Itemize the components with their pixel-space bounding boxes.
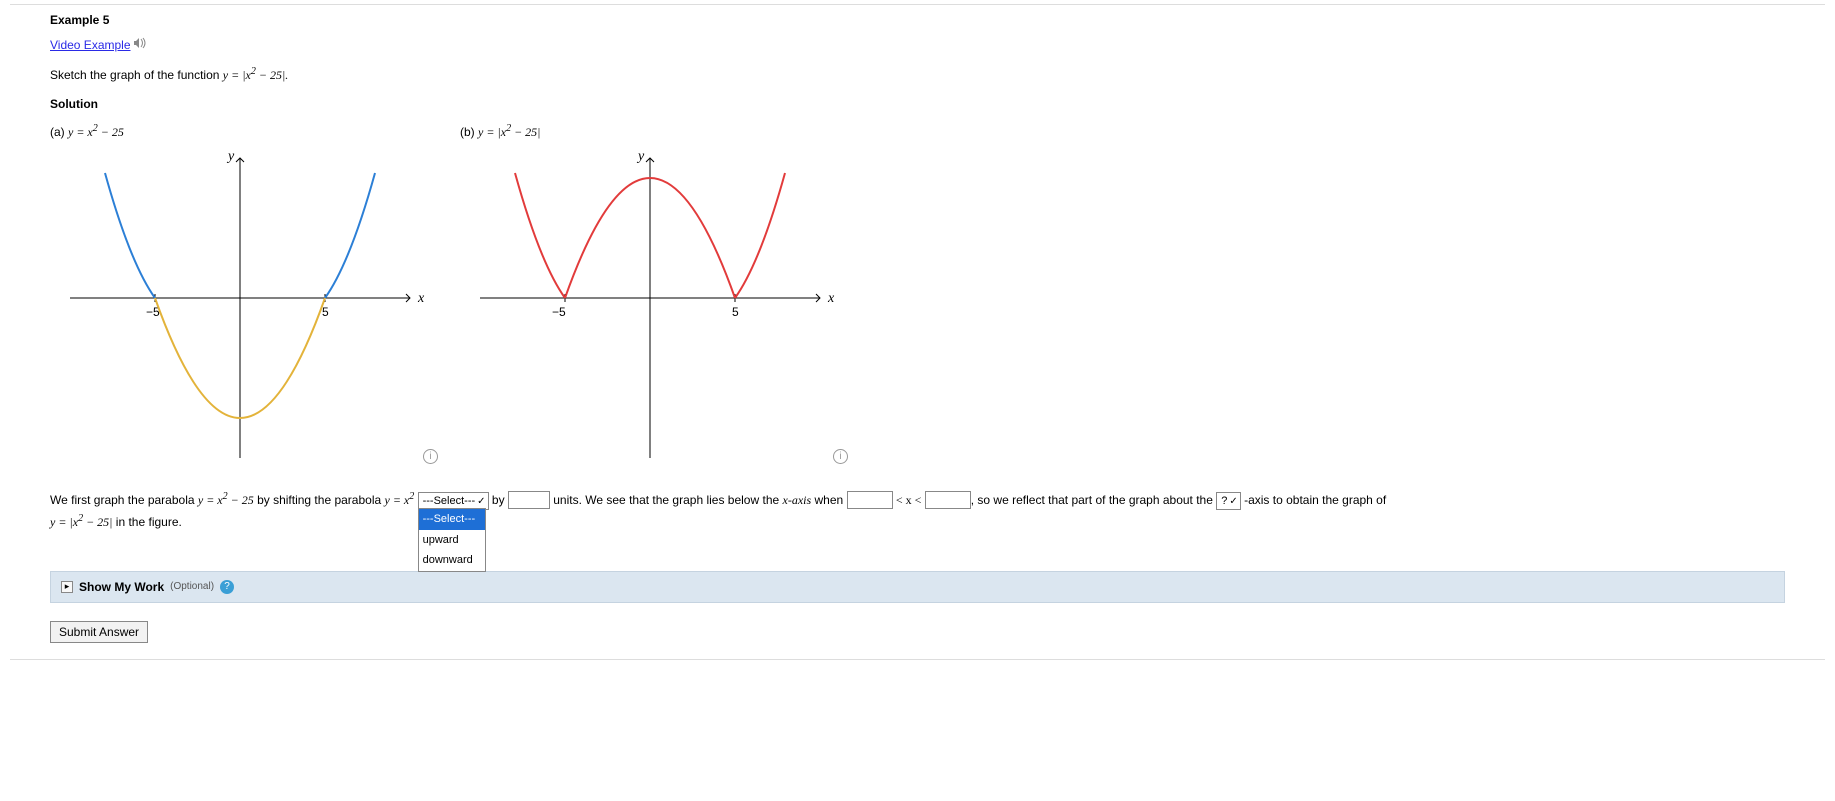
axis-select[interactable]: ? ✓ (1216, 490, 1241, 510)
example-title: Example 5 (50, 13, 1785, 27)
x-axis-word: x-axis (783, 493, 812, 507)
expand-icon[interactable]: ▸ (61, 581, 73, 593)
chevron-down-icon: ✓ (1229, 493, 1237, 510)
show-my-work-panel[interactable]: ▸ Show My Work (Optional) ? (50, 571, 1785, 603)
prompt-equation: y = |x2 − 25|. (223, 68, 288, 82)
plot-a-caption: (a) y = x2 − 25 (50, 123, 430, 140)
units-input[interactable] (508, 491, 550, 509)
svg-text:−5: −5 (552, 305, 566, 319)
svg-text:5: 5 (322, 305, 329, 319)
direction-select-dropdown[interactable]: ---Select--- upward downward (418, 508, 486, 572)
plot-a-xlabel: x (417, 291, 425, 306)
direction-option-upward[interactable]: upward (419, 530, 485, 551)
direction-option-downward[interactable]: downward (419, 550, 485, 571)
info-icon[interactable]: i (833, 449, 848, 464)
video-example-label: Video Example (50, 38, 131, 52)
x-upper-input[interactable] (925, 491, 971, 509)
plot-b-svg: x y −5 5 (460, 148, 840, 468)
problem-prompt: Sketch the graph of the function y = |x2… (50, 66, 1785, 83)
video-example-link[interactable]: Video Example (50, 37, 148, 52)
axis-select-value: ? (1221, 492, 1227, 511)
info-icon[interactable]: i (423, 449, 438, 464)
svg-text:5: 5 (732, 305, 739, 319)
x-lower-input[interactable] (847, 491, 893, 509)
direction-option-select[interactable]: ---Select--- (419, 509, 485, 530)
show-my-work-label: Show My Work (79, 580, 164, 594)
help-icon[interactable]: ? (220, 580, 234, 594)
solution-heading: Solution (50, 97, 1785, 111)
plot-a-svg: x y −5 5 (50, 148, 430, 468)
plot-b-xlabel: x (827, 291, 835, 306)
optional-label: (Optional) (170, 581, 214, 592)
plot-b: (b) y = |x2 − 25| x y −5 5 i (460, 123, 840, 468)
plot-a-ylabel: y (226, 149, 235, 164)
plot-a: (a) y = x2 − 25 x y −5 5 (50, 123, 430, 468)
plot-b-ylabel: y (636, 149, 645, 164)
plot-b-caption: (b) y = |x2 − 25| (460, 123, 840, 140)
speaker-icon (134, 37, 148, 52)
direction-select[interactable]: ---Select--- ✓ ---Select--- upward downw… (418, 490, 489, 510)
solution-text: We first graph the parabola y = x2 − 25 … (50, 488, 1785, 533)
submit-answer-button[interactable]: Submit Answer (50, 621, 148, 643)
